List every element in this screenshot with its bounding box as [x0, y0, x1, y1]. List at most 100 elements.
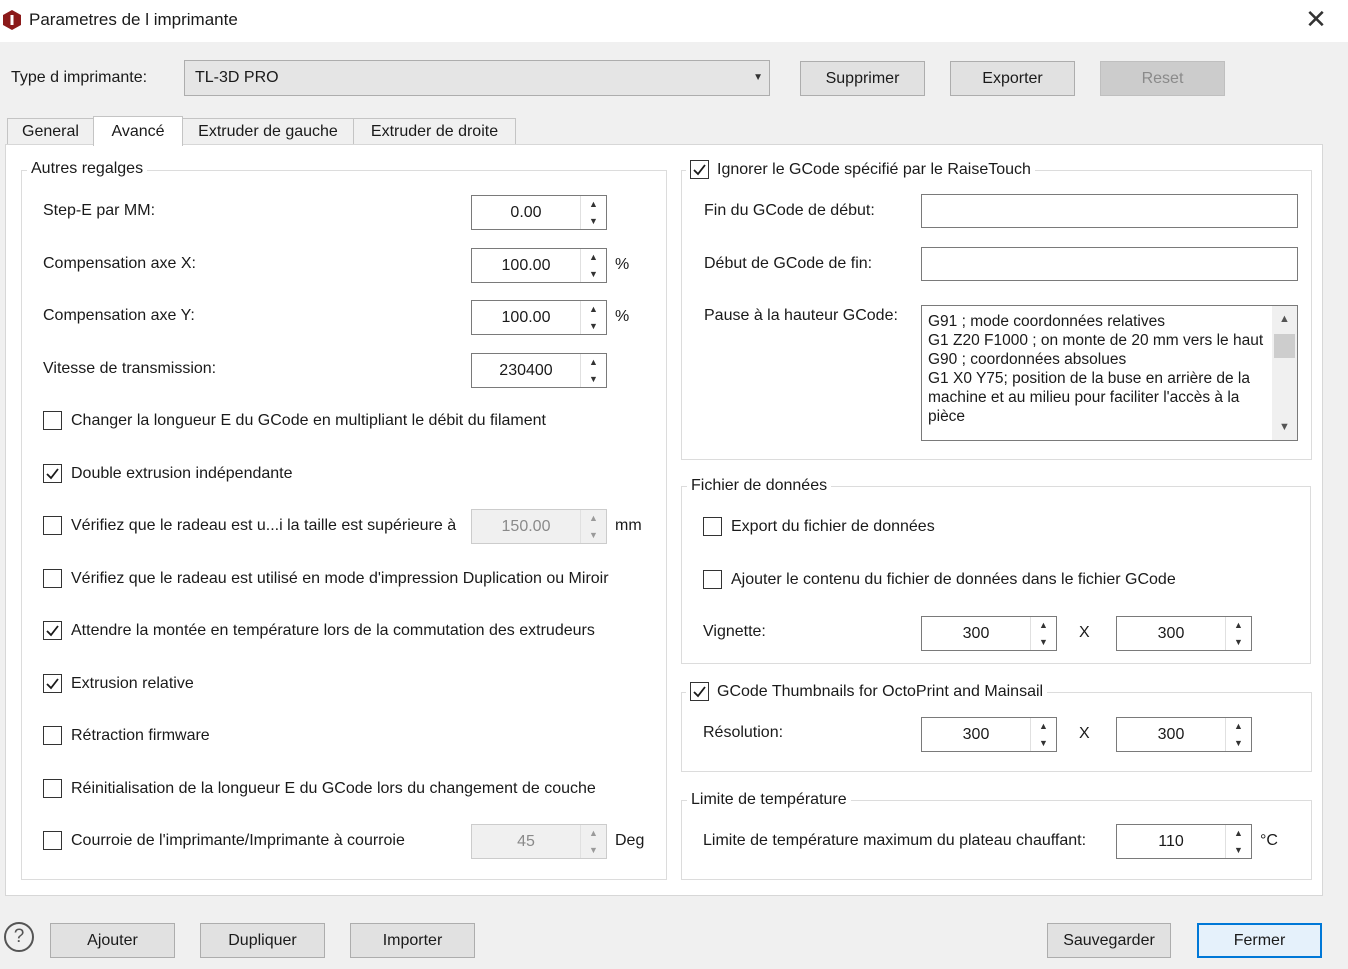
chevron-up-icon[interactable]: ▲: [581, 825, 606, 842]
comp-y-unit: %: [615, 308, 630, 325]
chevron-down-icon[interactable]: ▼: [581, 318, 606, 335]
step-e-stepper[interactable]: 0.00 ▲ ▼: [471, 195, 607, 230]
chevron-down-icon[interactable]: ▼: [581, 842, 606, 859]
comp-y-stepper[interactable]: 100.00 ▲ ▼: [471, 300, 607, 335]
raft-size-checkbox[interactable]: [43, 516, 62, 535]
thumbnails-title: GCode Thumbnails for OctoPrint and Mains…: [717, 682, 1044, 700]
append-data-file-label: Ajouter le contenu du fichier de données…: [731, 571, 1176, 588]
chevron-down-icon[interactable]: ▼: [581, 371, 606, 388]
bed-temp-unit: °C: [1260, 832, 1278, 849]
chevron-up-icon[interactable]: ▲: [1031, 718, 1056, 735]
belt-angle-value: 45: [517, 832, 535, 850]
help-icon[interactable]: ?: [4, 922, 34, 952]
vertical-scrollbar[interactable]: ▲ ▼: [1272, 306, 1297, 440]
chevron-down-icon[interactable]: ▼: [581, 213, 606, 230]
filament-flow-checkbox[interactable]: [43, 411, 62, 430]
checkmark-icon: [693, 164, 706, 176]
vignette-height-value: 300: [1157, 624, 1185, 642]
reset-e-length-checkbox[interactable]: [43, 779, 62, 798]
import-printer-button[interactable]: Importer: [350, 923, 475, 958]
chevron-down-icon[interactable]: ▼: [581, 266, 606, 283]
chevron-up-icon[interactable]: ▲: [581, 196, 606, 213]
belt-angle-stepper[interactable]: 45 ▲ ▼: [471, 824, 607, 859]
vignette-height-stepper[interactable]: 300 ▲ ▼: [1116, 616, 1252, 651]
step-e-value: 0.00: [510, 203, 542, 221]
thumbnails-checkbox[interactable]: [690, 682, 709, 701]
chevron-down-icon[interactable]: ▼: [581, 527, 606, 544]
dual-extrusion-checkbox[interactable]: [43, 464, 62, 483]
reset-printer-button[interactable]: Reset: [1100, 61, 1225, 96]
scroll-up-icon[interactable]: ▲: [1272, 308, 1297, 330]
thumbnails-header: GCode Thumbnails for OctoPrint and Mains…: [686, 682, 1048, 701]
data-file-title: Fichier de données: [687, 477, 832, 495]
tab-general[interactable]: General: [7, 118, 94, 145]
pause-gcode-textarea[interactable]: G91 ; mode coordonnées relatives G1 Z20 …: [921, 305, 1298, 441]
export-data-file-checkbox[interactable]: [703, 517, 722, 536]
chevron-down-icon[interactable]: ▼: [1226, 842, 1251, 859]
start-of-end-gcode-label: Début de GCode de fin:: [704, 255, 873, 272]
tab-advanced[interactable]: Avancé: [93, 116, 183, 146]
chevron-down-icon: ▼: [753, 72, 763, 83]
tab-left-extruder[interactable]: Extruder de gauche: [182, 118, 354, 145]
add-printer-button[interactable]: Ajouter: [50, 923, 175, 958]
relative-extrusion-checkbox[interactable]: [43, 674, 62, 693]
duplicate-printer-button[interactable]: Dupliquer: [200, 923, 325, 958]
chevron-up-icon[interactable]: ▲: [1226, 825, 1251, 842]
temp-limit-title: Limite de température: [687, 791, 851, 809]
printer-type-label: Type d imprimante:: [11, 69, 148, 86]
export-printer-button[interactable]: Exporter: [950, 61, 1075, 96]
end-of-start-gcode-input[interactable]: [921, 194, 1298, 228]
raisetouch-checkbox[interactable]: [690, 160, 709, 179]
start-of-end-gcode-input[interactable]: [921, 247, 1298, 281]
window-title: Parametres de l imprimante: [29, 10, 238, 29]
vignette-width-value: 300: [962, 624, 990, 642]
bed-temp-stepper[interactable]: 110 ▲ ▼: [1116, 824, 1252, 859]
resolution-width-stepper[interactable]: 300 ▲ ▼: [921, 717, 1057, 752]
raft-mode-checkbox[interactable]: [43, 569, 62, 588]
close-window-icon[interactable]: ✕: [1300, 4, 1332, 36]
vignette-x-separator: X: [1079, 624, 1090, 641]
chevron-up-icon[interactable]: ▲: [581, 301, 606, 318]
pause-gcode-text: G91 ; mode coordonnées relatives G1 Z20 …: [928, 313, 1264, 425]
relative-extrusion-label: Extrusion relative: [71, 675, 194, 692]
wait-temp-checkbox[interactable]: [43, 621, 62, 640]
checkmark-icon: [46, 625, 59, 637]
chevron-down-icon[interactable]: ▼: [1031, 634, 1056, 651]
chevron-up-icon[interactable]: ▲: [581, 249, 606, 266]
chevron-up-icon[interactable]: ▲: [1226, 718, 1251, 735]
printer-type-select[interactable]: TL-3D PRO ▼: [184, 60, 770, 96]
chevron-up-icon[interactable]: ▲: [581, 510, 606, 527]
belt-printer-checkbox[interactable]: [43, 831, 62, 850]
raft-size-label: Vérifiez que le radeau est u...i la tail…: [71, 517, 457, 534]
firmware-retraction-checkbox[interactable]: [43, 726, 62, 745]
baud-rate-stepper[interactable]: 230400 ▲ ▼: [471, 353, 607, 388]
step-e-label: Step-E par MM:: [43, 202, 156, 219]
comp-x-unit: %: [615, 256, 630, 273]
scrollbar-thumb[interactable]: [1274, 334, 1295, 358]
raft-size-value: 150.00: [501, 517, 551, 535]
baud-rate-label: Vitesse de transmission:: [43, 360, 217, 377]
comp-x-stepper[interactable]: 100.00 ▲ ▼: [471, 248, 607, 283]
vignette-width-stepper[interactable]: 300 ▲ ▼: [921, 616, 1057, 651]
scroll-down-icon[interactable]: ▼: [1272, 416, 1297, 438]
delete-printer-button[interactable]: Supprimer: [800, 61, 925, 96]
chevron-up-icon[interactable]: ▲: [1031, 617, 1056, 634]
append-data-file-checkbox[interactable]: [703, 570, 722, 589]
resolution-height-stepper[interactable]: 300 ▲ ▼: [1116, 717, 1252, 752]
bed-temp-label: Limite de température maximum du plateau…: [703, 832, 1087, 849]
tab-right-extruder[interactable]: Extruder de droite: [353, 118, 516, 145]
wait-temp-label: Attendre la montée en température lors d…: [71, 622, 595, 639]
export-data-file-label: Export du fichier de données: [731, 518, 935, 535]
chevron-up-icon[interactable]: ▲: [581, 354, 606, 371]
chevron-down-icon[interactable]: ▼: [1226, 735, 1251, 752]
close-button[interactable]: Fermer: [1197, 923, 1322, 958]
app-logo-icon: [3, 10, 21, 30]
save-button[interactable]: Sauvegarder: [1047, 923, 1171, 958]
raft-size-stepper[interactable]: 150.00 ▲ ▼: [471, 509, 607, 544]
chevron-down-icon[interactable]: ▼: [1031, 735, 1056, 752]
comp-y-label: Compensation axe Y:: [43, 307, 195, 324]
chevron-up-icon[interactable]: ▲: [1226, 617, 1251, 634]
raisetouch-header: Ignorer le GCode spécifié par le RaiseTo…: [686, 160, 1035, 179]
chevron-down-icon[interactable]: ▼: [1226, 634, 1251, 651]
belt-angle-unit: Deg: [615, 832, 645, 849]
